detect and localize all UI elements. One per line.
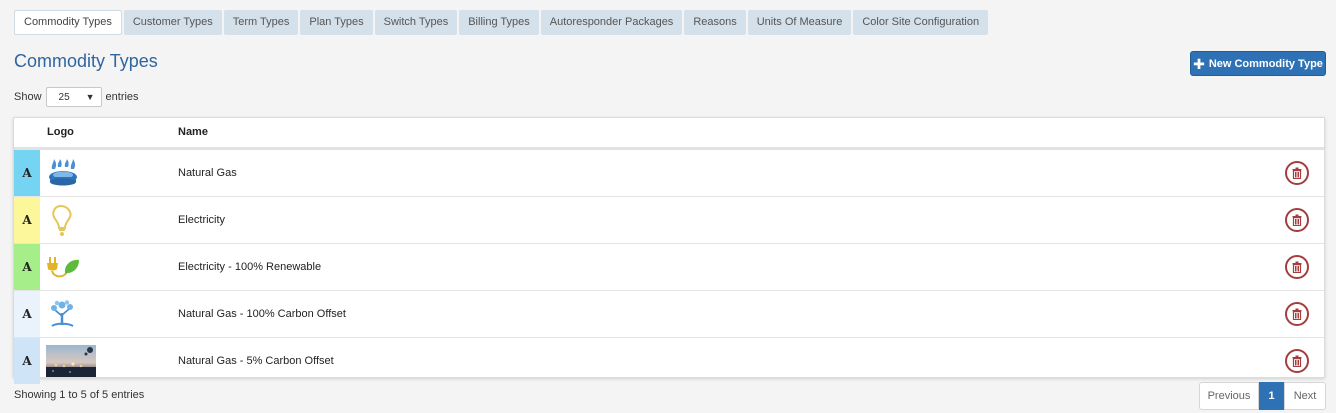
table-row[interactable]: A Electricity - 100% Renewable xyxy=(14,244,1324,291)
plus-icon: ✚ xyxy=(1193,55,1205,72)
table-row[interactable]: A Electricity xyxy=(14,197,1324,244)
trash-icon xyxy=(1292,261,1302,273)
tree-icon xyxy=(46,296,98,332)
table-header: Logo Name xyxy=(14,118,1324,150)
table-row[interactable]: A Natural Gas - 5% Carbon Offset xyxy=(14,338,1324,384)
delete-button[interactable] xyxy=(1285,349,1309,373)
settings-tabs: Commodity Types Customer Types Term Type… xyxy=(14,10,989,35)
pagination: Previous 1 Next xyxy=(1199,382,1326,410)
table-row[interactable]: A Natural Gas - 100% Carbon Offset xyxy=(14,291,1324,338)
tab-reasons[interactable]: Reasons xyxy=(684,10,746,35)
new-commodity-type-label: New Commodity Type xyxy=(1208,57,1323,70)
tab-autoresponder-packages[interactable]: Autoresponder Packages xyxy=(540,10,683,35)
trash-icon xyxy=(1292,167,1302,179)
row-name: Electricity xyxy=(178,214,226,226)
next-page-button[interactable]: Next xyxy=(1284,382,1326,410)
gas-flame-icon xyxy=(46,155,98,191)
plug-leaf-icon xyxy=(46,249,98,285)
tab-customer-types[interactable]: Customer Types xyxy=(123,10,222,35)
row-color-mark: A xyxy=(14,197,40,243)
row-name: Electricity - 100% Renewable xyxy=(178,261,322,273)
page-length-select[interactable]: 25 ▼ xyxy=(45,87,102,107)
delete-button[interactable] xyxy=(1285,208,1309,232)
trash-icon xyxy=(1292,308,1302,320)
commodity-types-table: Logo Name A Natural Gas A Electricity A … xyxy=(13,117,1325,384)
length-control: Show 25 ▼ entries xyxy=(14,87,139,107)
row-name: Natural Gas - 100% Carbon Offset xyxy=(178,308,346,320)
tab-switch-types[interactable]: Switch Types xyxy=(374,10,458,35)
row-color-mark: A xyxy=(14,244,40,290)
page-title: Commodity Types xyxy=(14,51,158,71)
table-info: Showing 1 to 5 of 5 entries xyxy=(14,389,145,401)
column-header-logo[interactable]: Logo xyxy=(47,126,74,138)
new-commodity-type-button[interactable]: ✚ New Commodity Type xyxy=(1190,51,1326,76)
photo-thumbnail-icon xyxy=(46,343,98,379)
delete-button[interactable] xyxy=(1285,161,1309,185)
trash-icon xyxy=(1292,355,1302,367)
column-header-name[interactable]: Name xyxy=(178,126,208,138)
tab-units-of-measure[interactable]: Units Of Measure xyxy=(747,10,852,35)
delete-button[interactable] xyxy=(1285,255,1309,279)
previous-page-button[interactable]: Previous xyxy=(1199,382,1259,410)
tab-color-site-configuration[interactable]: Color Site Configuration xyxy=(853,10,989,35)
delete-button[interactable] xyxy=(1285,302,1309,326)
row-name: Natural Gas - 5% Carbon Offset xyxy=(178,355,334,367)
page-length-value: 25 xyxy=(58,91,70,103)
chevron-down-icon: ▼ xyxy=(85,92,95,102)
entries-label: entries xyxy=(105,91,139,103)
show-label: Show xyxy=(14,91,42,103)
row-color-mark: A xyxy=(14,338,40,384)
row-color-mark: A xyxy=(14,150,40,196)
light-bulb-icon xyxy=(46,202,98,238)
tab-billing-types[interactable]: Billing Types xyxy=(459,10,539,35)
tab-term-types[interactable]: Term Types xyxy=(223,10,299,35)
tab-plan-types[interactable]: Plan Types xyxy=(300,10,373,35)
tab-commodity-types[interactable]: Commodity Types xyxy=(14,10,122,35)
row-color-mark: A xyxy=(14,291,40,337)
page-button-current[interactable]: 1 xyxy=(1259,382,1284,410)
row-name: Natural Gas xyxy=(178,167,237,179)
table-row[interactable]: A Natural Gas xyxy=(14,150,1324,197)
trash-icon xyxy=(1292,214,1302,226)
